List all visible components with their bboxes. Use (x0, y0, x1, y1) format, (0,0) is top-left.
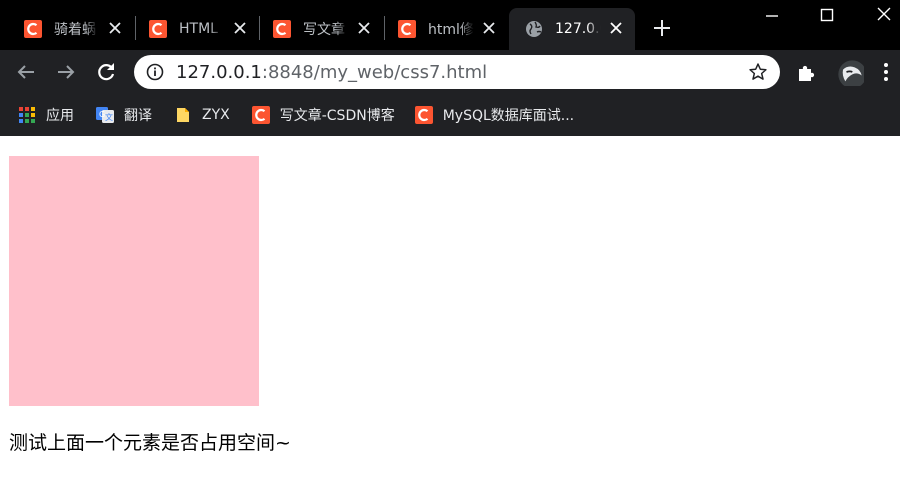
translate-icon: G 文 (96, 107, 114, 123)
bookmark-label: MySQL数据库面试... (442, 108, 575, 124)
globe-icon (526, 21, 542, 37)
tab-title: 127.0.0 (555, 21, 601, 37)
tab-title: HTML (179, 21, 218, 37)
bookmark-label: 写文章-CSDN博客 (279, 108, 395, 124)
browser-toolbar: 127.0.0.1:8848/my_web/css7.html (0, 50, 900, 94)
url-host: 127.0.0.1 (176, 61, 262, 83)
new-tab-plus-icon[interactable] (650, 16, 674, 40)
page-text: 测试上面一个元素是否占用空间~ (9, 432, 291, 454)
bookmark-label: 应用 (46, 108, 74, 124)
close-icon[interactable] (106, 19, 124, 37)
csdn-icon (24, 20, 42, 38)
bookmark-mysql[interactable]: MySQL数据库面试... (414, 101, 575, 129)
csdn-icon (149, 20, 167, 38)
tab-3[interactable]: 写文章 (257, 8, 383, 50)
tab-2[interactable]: HTML (133, 8, 259, 50)
reload-icon[interactable] (94, 60, 118, 84)
bookmark-translate[interactable]: G 文 翻译 (96, 101, 152, 129)
back-arrow-icon[interactable] (14, 60, 38, 84)
tab-strip: 骑着蜗 HTML 写文章 html修 127.0. (0, 0, 900, 50)
tab-title: 写文章 (303, 22, 345, 38)
tab-title: 骑着蜗 (54, 22, 96, 38)
csdn-icon (414, 106, 433, 124)
tab-title: html修 (428, 22, 474, 38)
csdn-icon (251, 106, 270, 124)
csdn-icon (273, 20, 291, 38)
tab-active[interactable]: 127.0.0 (509, 8, 635, 50)
extensions-puzzle-icon[interactable] (795, 60, 819, 84)
forward-arrow-icon[interactable] (54, 60, 78, 84)
window-close-icon[interactable] (872, 4, 896, 28)
bookmark-csdn-write[interactable]: 写文章-CSDN博客 (251, 101, 395, 129)
bookmarks-bar: 应用 G 文 翻译 ZYX 写文章-CSDN博客 MySQL数据库面试... (0, 94, 900, 136)
tab-1[interactable]: 骑着蜗 (8, 8, 134, 50)
profile-avatar-icon[interactable] (836, 58, 864, 86)
apps-grid-icon (19, 107, 35, 123)
url-path: :8848/my_web/css7.html (261, 61, 488, 83)
csdn-icon (398, 20, 416, 38)
close-icon[interactable] (480, 19, 498, 37)
bookmark-label: ZYX (202, 107, 230, 123)
menu-kebab-icon[interactable] (874, 60, 898, 84)
bookmark-folder-zyx[interactable]: ZYX (174, 101, 230, 129)
minimize-icon[interactable] (760, 4, 784, 28)
address-bar[interactable]: 127.0.0.1:8848/my_web/css7.html (134, 55, 780, 89)
close-icon[interactable] (355, 19, 373, 37)
close-icon[interactable] (231, 19, 249, 37)
folder-icon (177, 108, 189, 122)
maximize-icon[interactable] (815, 4, 839, 28)
close-icon[interactable] (607, 19, 625, 37)
info-icon[interactable] (146, 63, 164, 81)
bookmark-apps[interactable]: 应用 (18, 101, 74, 129)
svg-text:文: 文 (105, 112, 113, 122)
tab-4[interactable]: html修 (382, 8, 508, 50)
bookmark-star-icon[interactable] (748, 62, 768, 82)
url-text: 127.0.0.1:8848/my_web/css7.html (176, 62, 487, 83)
pink-box (9, 156, 259, 406)
page-content: 测试上面一个元素是否占用空间~ (0, 136, 900, 487)
bookmark-label: 翻译 (124, 108, 152, 124)
